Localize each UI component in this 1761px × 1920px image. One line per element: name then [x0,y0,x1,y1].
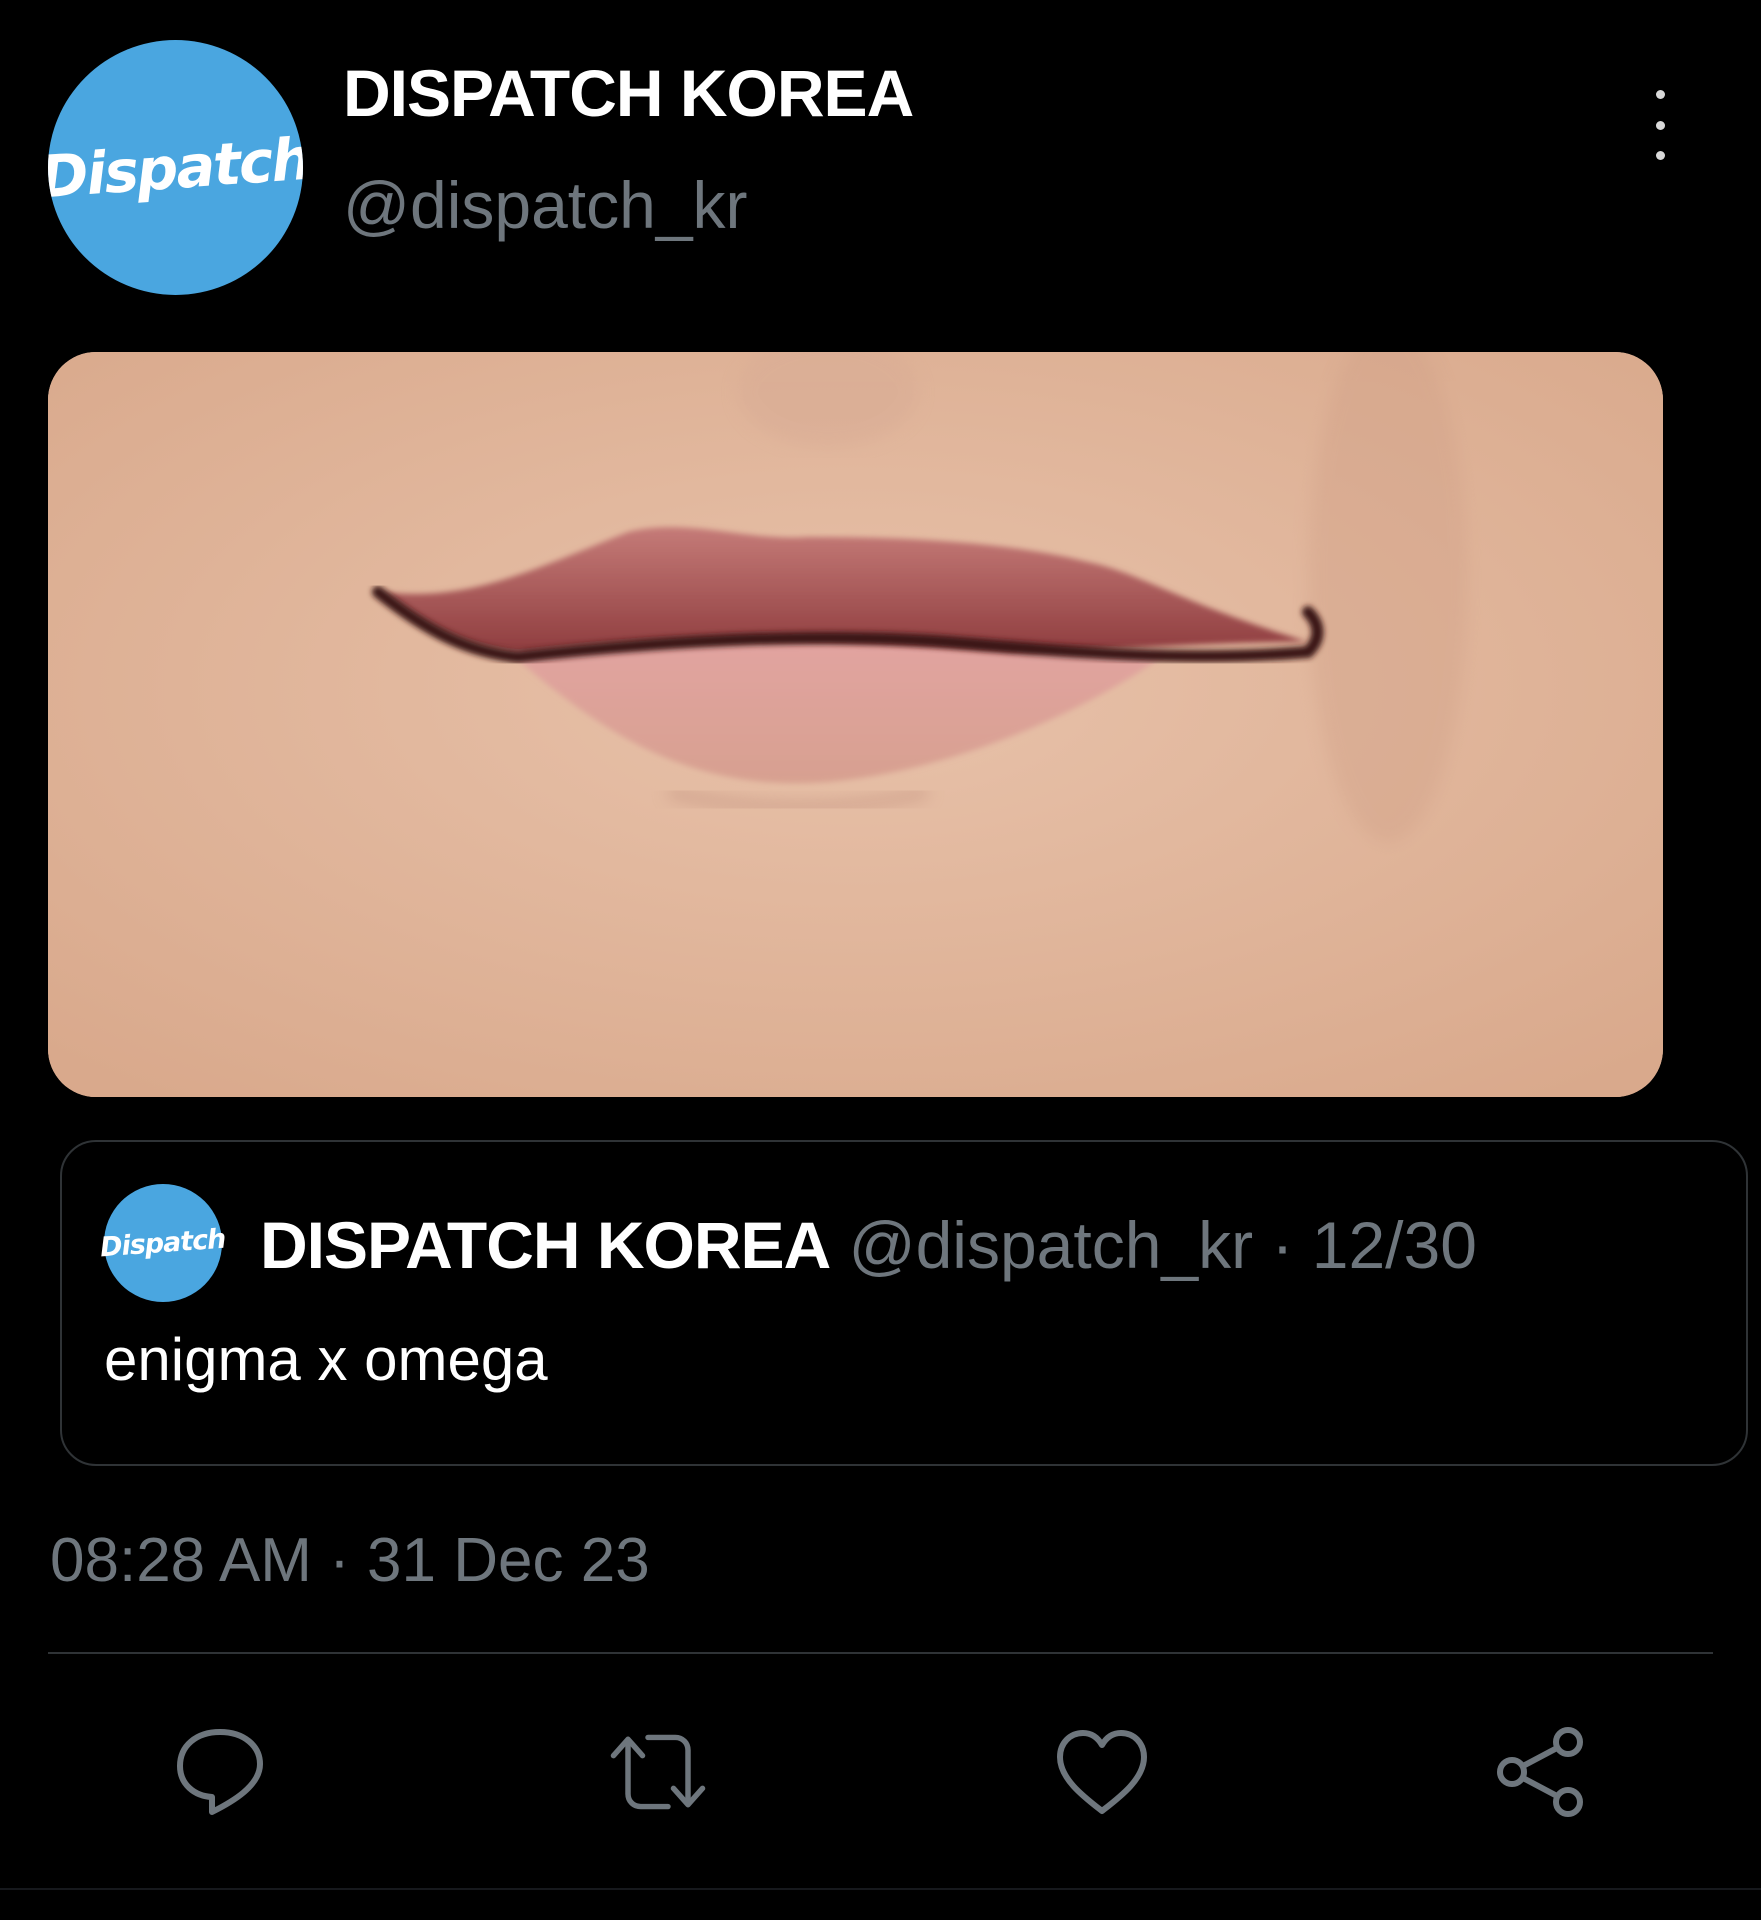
quoted-handle-date: @dispatch_kr · 12/30 [848,1208,1477,1282]
dispatch-logo: Dispatch [48,124,303,211]
quoted-display-name: DISPATCH KOREA [260,1208,831,1282]
user-handle[interactable]: @dispatch_kr [343,172,748,238]
retweet-button[interactable] [608,1722,708,1822]
dispatch-logo: Dispatch [99,1223,227,1263]
tweet-timestamp[interactable]: 08:28 AM · 31 Dec 23 [50,1530,650,1592]
share-icon [1497,1727,1583,1817]
bottom-divider [0,1888,1761,1890]
quoted-text: enigma x omega [104,1326,548,1393]
reply-icon [177,1729,263,1815]
tweet: Dispatch DISPATCH KOREA @dispatch_kr Dis… [0,0,1761,1920]
like-icon [1057,1730,1147,1814]
dot [1655,151,1665,160]
quoted-avatar[interactable]: Dispatch [99,1184,227,1302]
quoted-tweet[interactable]: Dispatch DISPATCH KOREA @dispatch_kr · 1… [60,1140,1748,1466]
tweet-photo[interactable] [48,352,1663,1097]
share-button[interactable] [1490,1722,1590,1822]
more-options-icon[interactable] [1640,90,1680,160]
display-name[interactable]: DISPATCH KOREA [343,60,914,126]
lips-photo-illustration [48,352,1663,1097]
dot [1655,120,1665,130]
quoted-header: DISPATCH KOREA @dispatch_kr · 12/30 [260,1212,1477,1278]
divider [48,1652,1713,1654]
dot [1655,90,1665,99]
profile-avatar[interactable]: Dispatch [48,40,303,295]
reply-button[interactable] [170,1722,270,1822]
retweet-icon [610,1734,706,1810]
like-button[interactable] [1052,1722,1152,1822]
